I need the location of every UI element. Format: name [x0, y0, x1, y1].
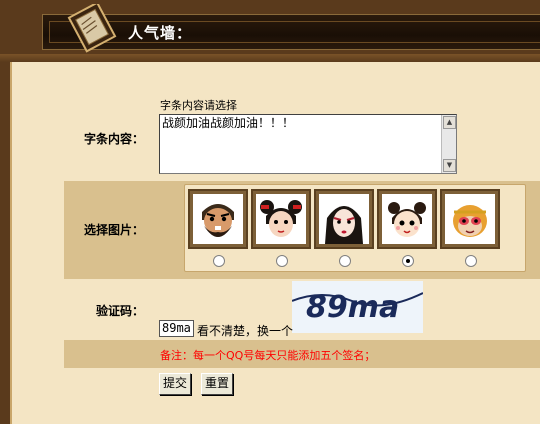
avatar-bearded-warrior[interactable]: [188, 189, 248, 249]
scroll-logo-icon: [62, 1, 118, 56]
content-label: 字条内容：: [84, 132, 145, 146]
avatar-radio-3[interactable]: [339, 255, 351, 267]
refresh-captcha-link[interactable]: 看不清楚，换一个: [197, 322, 293, 339]
submit-button[interactable]: 提交: [159, 373, 192, 395]
content-text: 战颜加油战颜加油！！！: [162, 116, 295, 130]
picture-label: 选择图片：: [84, 223, 145, 237]
avatar-radio-5[interactable]: [465, 255, 477, 267]
page-title: 人气墙：: [128, 24, 193, 42]
left-frame: [0, 62, 22, 424]
scroll-up-icon[interactable]: ▲: [443, 116, 456, 129]
captcha-image[interactable]: 89ma: [292, 281, 423, 333]
avatar-cute-girl[interactable]: [377, 189, 437, 249]
textarea-scrollbar[interactable]: ▲ ▼: [441, 115, 456, 173]
captcha-input[interactable]: 89ma: [159, 320, 194, 337]
note-text: 备注：每一个QQ号每天只能添加五个签名；: [160, 349, 376, 362]
header-border: [0, 54, 540, 62]
avatar-opera-lady[interactable]: [314, 189, 374, 249]
avatar-radio-1[interactable]: [213, 255, 225, 267]
content-textarea[interactable]: 战颜加油战颜加油！！！ ▲ ▼: [159, 114, 457, 174]
avatar-monkey-king[interactable]: [440, 189, 500, 249]
reset-button[interactable]: 重置: [201, 373, 234, 395]
avatar-radio-2[interactable]: [276, 255, 288, 267]
avatar-radio-4[interactable]: [402, 255, 414, 267]
avatar-twin-bun-girl[interactable]: [251, 189, 311, 249]
content-hint: 字条内容请选择: [160, 99, 237, 112]
captcha-label: 验证码：: [96, 304, 145, 318]
scroll-down-icon[interactable]: ▼: [443, 159, 456, 172]
